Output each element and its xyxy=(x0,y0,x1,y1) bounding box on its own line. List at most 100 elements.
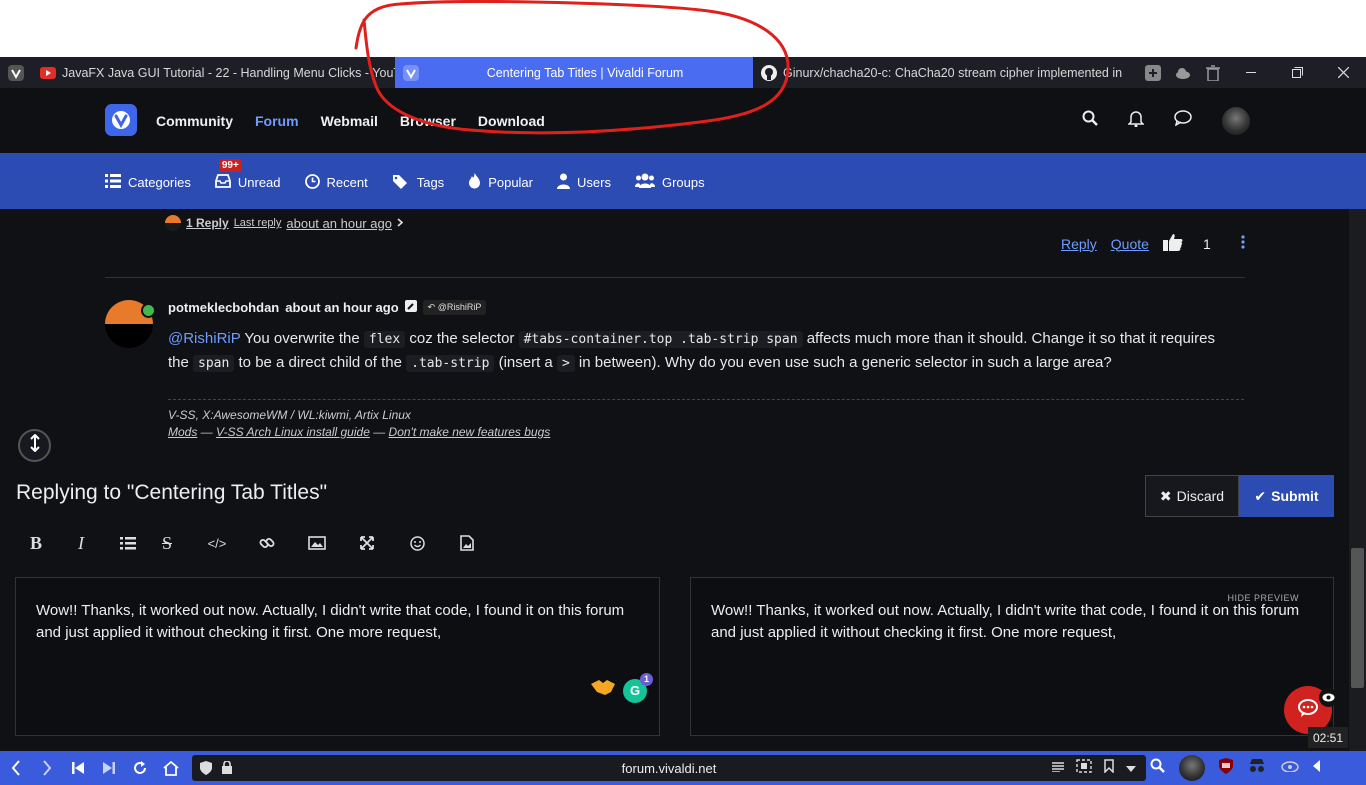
post-body: @RishiRiP You overwrite the flex coz the… xyxy=(168,327,1228,375)
thumbs-up-icon[interactable] xyxy=(1162,233,1183,254)
reply-link[interactable]: Reply xyxy=(1061,236,1097,252)
youtube-icon xyxy=(40,65,56,81)
profile-avatar[interactable] xyxy=(1179,755,1205,781)
nav-download[interactable]: Download xyxy=(478,113,545,129)
close-icon[interactable] xyxy=(1320,57,1366,88)
url-field[interactable]: forum.vivaldi.net xyxy=(192,755,1146,781)
ublock-icon[interactable] xyxy=(1219,757,1233,779)
home-icon[interactable] xyxy=(155,751,186,785)
reader-view-icon[interactable] xyxy=(1052,759,1064,777)
cat-users[interactable]: Users xyxy=(557,173,611,192)
vivaldi-menu-icon[interactable] xyxy=(0,57,32,88)
incognito-icon[interactable] xyxy=(1247,758,1267,778)
extension-icon[interactable] xyxy=(1281,759,1299,777)
cat-label: Unread xyxy=(237,175,281,190)
handshake-icon[interactable] xyxy=(591,678,615,703)
inline-code: .tab-strip xyxy=(406,355,495,372)
post-time[interactable]: about an hour ago xyxy=(285,300,398,315)
list-icon[interactable] xyxy=(114,529,142,557)
code-icon[interactable]: </> xyxy=(192,529,242,557)
chevron-right-icon xyxy=(397,216,404,230)
signature-divider xyxy=(168,399,1244,400)
check-icon: ✔ xyxy=(1254,487,1267,504)
fast-forward-icon[interactable] xyxy=(93,751,124,785)
hide-preview-button[interactable]: HIDE PREVIEW xyxy=(1227,587,1299,609)
post-actions: Reply Quote 1 xyxy=(1061,233,1245,254)
cat-groups[interactable]: Groups xyxy=(634,173,705,192)
reply-to-user: @RishiRiP xyxy=(437,302,482,312)
submit-label: Submit xyxy=(1271,488,1319,504)
editor-text: Wow!! Thanks, it worked out now. Actuall… xyxy=(36,602,625,641)
quote-link[interactable]: Quote xyxy=(1111,236,1149,252)
last-reply-time[interactable]: about an hour ago xyxy=(286,216,392,231)
chat-icon[interactable] xyxy=(1174,110,1192,131)
bell-icon[interactable] xyxy=(1127,110,1145,132)
formatting-toolbar: B I S </> xyxy=(24,529,492,557)
emoji-icon[interactable] xyxy=(392,529,442,557)
back-icon[interactable] xyxy=(0,751,31,785)
qr-code-icon[interactable] xyxy=(1076,758,1092,778)
reply-to-tag[interactable]: ↶ @RishiRiP xyxy=(422,300,487,315)
new-tab-icon[interactable] xyxy=(1138,57,1168,88)
post-text: (insert a xyxy=(494,354,557,371)
nav-community[interactable]: Community xyxy=(156,113,233,129)
italic-icon[interactable]: I xyxy=(48,529,114,557)
minimize-icon[interactable] xyxy=(1228,57,1274,88)
bookmark-icon[interactable] xyxy=(1104,758,1114,778)
dropdown-icon[interactable] xyxy=(1126,759,1136,777)
rewind-icon[interactable] xyxy=(62,751,93,785)
post-header: potmeklecbohdan about an hour ago ↶ @Ris… xyxy=(168,300,487,315)
fullscreen-icon[interactable] xyxy=(342,529,392,557)
address-bar-extensions xyxy=(1150,751,1321,785)
replies-count[interactable]: 1 Reply xyxy=(186,216,229,230)
eye-icon[interactable] xyxy=(1319,688,1338,707)
reload-icon[interactable] xyxy=(124,751,155,785)
mention-link[interactable]: @RishiRiP xyxy=(168,330,240,347)
close-icon: ✖ xyxy=(1159,487,1172,504)
post-author[interactable]: potmeklecbohdan xyxy=(168,300,279,315)
last-reply-label: Last reply xyxy=(233,217,282,229)
user-icon xyxy=(557,173,570,192)
discard-button[interactable]: ✖ Discard xyxy=(1145,475,1239,517)
search-icon[interactable] xyxy=(1150,758,1165,778)
grammarly-icon[interactable]: G1 xyxy=(623,672,653,703)
user-avatar[interactable] xyxy=(1222,106,1250,135)
cat-tags[interactable]: Tags xyxy=(392,174,444,192)
more-options-icon[interactable] xyxy=(1241,235,1245,252)
cat-unread[interactable]: 99+ Unread xyxy=(214,159,281,191)
sig-mods-link[interactable]: Mods xyxy=(168,425,197,439)
file-upload-icon[interactable] xyxy=(442,529,492,557)
panel-toggle-icon[interactable] xyxy=(1313,759,1321,777)
scroll-toggle-button[interactable] xyxy=(18,429,51,462)
tab-youtube[interactable]: JavaFX Java GUI Tutorial - 22 - Handling… xyxy=(32,57,395,88)
window-controls xyxy=(1138,57,1366,88)
link-icon[interactable] xyxy=(242,529,292,557)
search-icon[interactable] xyxy=(1082,110,1098,131)
tab-github[interactable]: Ginurx/chacha20-c: ChaCha20 stream ciphe… xyxy=(753,57,1123,88)
cat-label: Recent xyxy=(326,175,368,190)
cat-categories[interactable]: Categories xyxy=(105,174,191,191)
scrollbar-thumb[interactable] xyxy=(1351,548,1364,688)
restore-icon[interactable] xyxy=(1274,57,1320,88)
cat-recent[interactable]: Recent xyxy=(304,173,368,192)
forward-icon[interactable] xyxy=(31,751,62,785)
nav-webmail[interactable]: Webmail xyxy=(321,113,378,129)
sync-cloud-icon[interactable] xyxy=(1168,57,1198,88)
sig-guide-link[interactable]: V-SS Arch Linux install guide xyxy=(216,425,370,439)
bold-icon[interactable]: B xyxy=(24,529,48,557)
github-icon xyxy=(761,64,777,81)
cat-popular[interactable]: Popular xyxy=(468,173,533,192)
trash-icon[interactable] xyxy=(1198,57,1228,88)
strikethrough-icon[interactable]: S xyxy=(142,529,192,557)
image-icon[interactable] xyxy=(292,529,342,557)
vivaldi-logo[interactable] xyxy=(105,104,137,136)
site-header: Community Forum Webmail Browser Download xyxy=(0,88,1366,153)
reply-editor[interactable]: Wow!! Thanks, it worked out now. Actuall… xyxy=(15,577,660,736)
sig-bugs-link[interactable]: Don't make new features bugs xyxy=(389,425,551,439)
replies-summary[interactable]: 1 Reply Last reply about an hour ago xyxy=(165,215,404,231)
submit-button[interactable]: ✔ Submit xyxy=(1239,475,1334,517)
tab-vivaldi-forum[interactable]: Centering Tab Titles | Vivaldi Forum xyxy=(395,57,753,88)
nav-browser[interactable]: Browser xyxy=(400,113,456,129)
nav-forum[interactable]: Forum xyxy=(255,113,299,129)
inline-code: #tabs-container.top .tab-strip span xyxy=(518,331,803,348)
